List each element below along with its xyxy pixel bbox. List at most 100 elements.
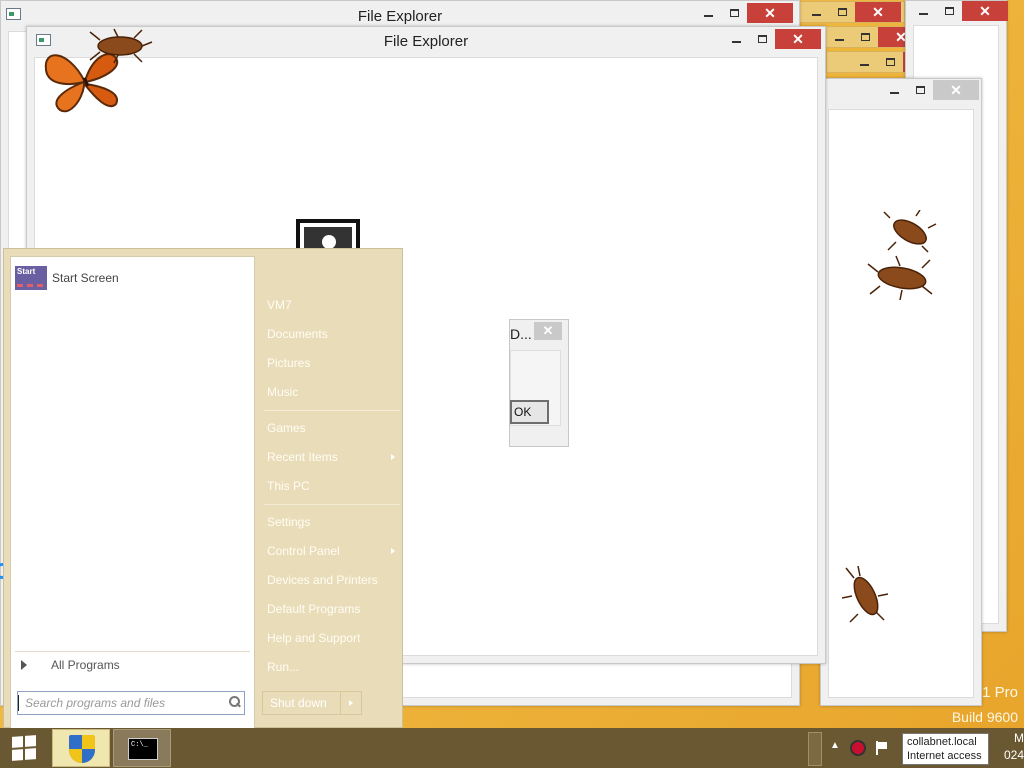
logo-pane <box>12 736 23 748</box>
window-controls: ✕ <box>695 3 793 24</box>
minimize-icon <box>811 14 821 16</box>
maximize-icon <box>885 58 895 66</box>
maximize-icon <box>944 7 954 15</box>
windows-logo-icon <box>12 735 36 761</box>
search-input[interactable] <box>19 696 226 710</box>
close-button[interactable]: ✕ <box>962 1 1008 21</box>
menu-item-games[interactable]: Games <box>266 417 401 439</box>
menu-item-documents[interactable]: Documents <box>266 323 401 345</box>
cockroach-icon <box>867 255 933 300</box>
start-screen-icon: Start <box>15 266 47 290</box>
maximize-icon <box>915 86 925 94</box>
taskbar-uac-button[interactable] <box>52 729 110 767</box>
menu-item-devices-and-printers[interactable]: Devices and Printers <box>266 569 401 591</box>
maximize-icon <box>757 35 767 43</box>
minimize-button[interactable] <box>881 80 907 100</box>
menu-item-pictures[interactable]: Pictures <box>266 352 401 374</box>
logo-pane <box>25 748 36 760</box>
show-hidden-icons-chevron-icon[interactable]: ▲ <box>830 740 840 751</box>
maximize-icon <box>837 8 847 16</box>
background-window-controls: ✕ <box>803 2 901 23</box>
menu-item-music[interactable]: Music <box>266 381 401 403</box>
start-menu-programs-pane: Start Start Screen All Programs <box>10 256 255 729</box>
maximize-button[interactable] <box>829 2 855 22</box>
logo-pane <box>25 735 36 747</box>
close-button[interactable]: ✕ <box>775 29 821 49</box>
taskbar-toolbar-handle[interactable] <box>808 732 822 766</box>
action-center-flag-icon[interactable] <box>876 741 888 755</box>
pinned-start-screen[interactable]: Start Start Screen <box>15 265 119 291</box>
submenu-arrow-icon <box>391 548 395 554</box>
minimize-icon <box>731 41 741 43</box>
maximize-button[interactable] <box>907 80 933 100</box>
window-controls: ✕ <box>910 1 1008 22</box>
minimize-icon <box>859 64 869 66</box>
shutdown-button[interactable]: Shut down <box>263 692 341 714</box>
minimize-button[interactable] <box>803 2 829 22</box>
start-button[interactable] <box>0 728 48 768</box>
minimize-button[interactable] <box>826 27 852 47</box>
picture-frame-dot <box>322 235 336 249</box>
menu-item-recent-items[interactable]: Recent Items <box>266 446 401 468</box>
maximize-button[interactable] <box>749 29 775 49</box>
divider <box>264 410 400 411</box>
uac-shield-icon <box>69 735 95 763</box>
start-tile-text: Start <box>17 267 36 276</box>
dialog-close-button[interactable]: ✕ <box>534 322 562 340</box>
tile-block <box>17 284 23 287</box>
minimize-icon <box>703 15 713 17</box>
menu-item-this-pc[interactable]: This PC <box>266 475 401 497</box>
menu-item-control-panel[interactable]: Control Panel <box>266 540 401 562</box>
close-button[interactable]: ✕ <box>855 2 901 22</box>
menu-item-help-and-support[interactable]: Help and Support <box>266 627 401 649</box>
network-error-icon[interactable] <box>850 740 866 756</box>
clock-date: 024 <box>1003 748 1024 762</box>
watermark-edition: 1 Pro <box>982 684 1018 701</box>
maximize-icon <box>729 9 739 17</box>
minimize-button[interactable] <box>695 3 721 23</box>
minimize-button[interactable] <box>723 29 749 49</box>
taskbar-cmd-button[interactable]: C:\_ <box>113 729 171 767</box>
minimize-icon <box>834 39 844 41</box>
pinned-label: Start Screen <box>52 271 119 285</box>
all-programs-button[interactable]: All Programs <box>15 655 251 675</box>
tile-block <box>27 284 33 287</box>
watermark-build: Build 9600 <box>951 709 1018 725</box>
maximize-button[interactable] <box>852 27 878 47</box>
window-controls: ✕ <box>723 29 821 50</box>
expand-arrow-icon <box>21 660 27 670</box>
close-button[interactable]: ✕ <box>747 3 793 23</box>
menu-item-label: Recent Items <box>267 450 338 464</box>
logo-pane <box>12 749 23 761</box>
command-prompt-icon: C:\_ <box>128 738 158 760</box>
minimize-icon <box>889 92 899 94</box>
network-tooltip: collabnet.local Internet access <box>902 733 989 765</box>
cockroach-icon <box>842 566 889 623</box>
search-icon[interactable] <box>226 694 244 712</box>
menu-item-vm7[interactable]: VM7 <box>266 294 401 316</box>
tile-block <box>37 284 43 287</box>
maximize-button[interactable] <box>936 1 962 21</box>
search-box[interactable] <box>17 691 245 715</box>
window-controls: ✕ <box>881 80 979 101</box>
minimize-button[interactable] <box>851 52 877 72</box>
window-title: File Explorer <box>357 8 443 25</box>
menu-item-run[interactable]: Run... <box>266 656 401 678</box>
shutdown-options-button[interactable] <box>341 692 361 714</box>
menu-item-label: Control Panel <box>267 544 340 558</box>
clock-time: M <box>1014 731 1024 745</box>
menu-item-default-programs[interactable]: Default Programs <box>266 598 401 620</box>
maximize-button[interactable] <box>721 3 747 23</box>
all-programs-label: All Programs <box>51 658 120 672</box>
ok-button[interactable]: OK <box>510 400 549 424</box>
clock[interactable]: M 024 <box>985 730 1024 764</box>
taskbar: C:\_ <box>0 728 1024 768</box>
maximize-button[interactable] <box>877 52 903 72</box>
maximize-icon <box>860 33 870 41</box>
close-button[interactable]: ✕ <box>933 80 979 100</box>
submenu-arrow-icon <box>391 454 395 460</box>
minimize-button[interactable] <box>910 1 936 21</box>
shutdown-split-button: Shut down <box>262 691 362 715</box>
divider <box>264 504 400 505</box>
menu-item-settings[interactable]: Settings <box>266 511 401 533</box>
